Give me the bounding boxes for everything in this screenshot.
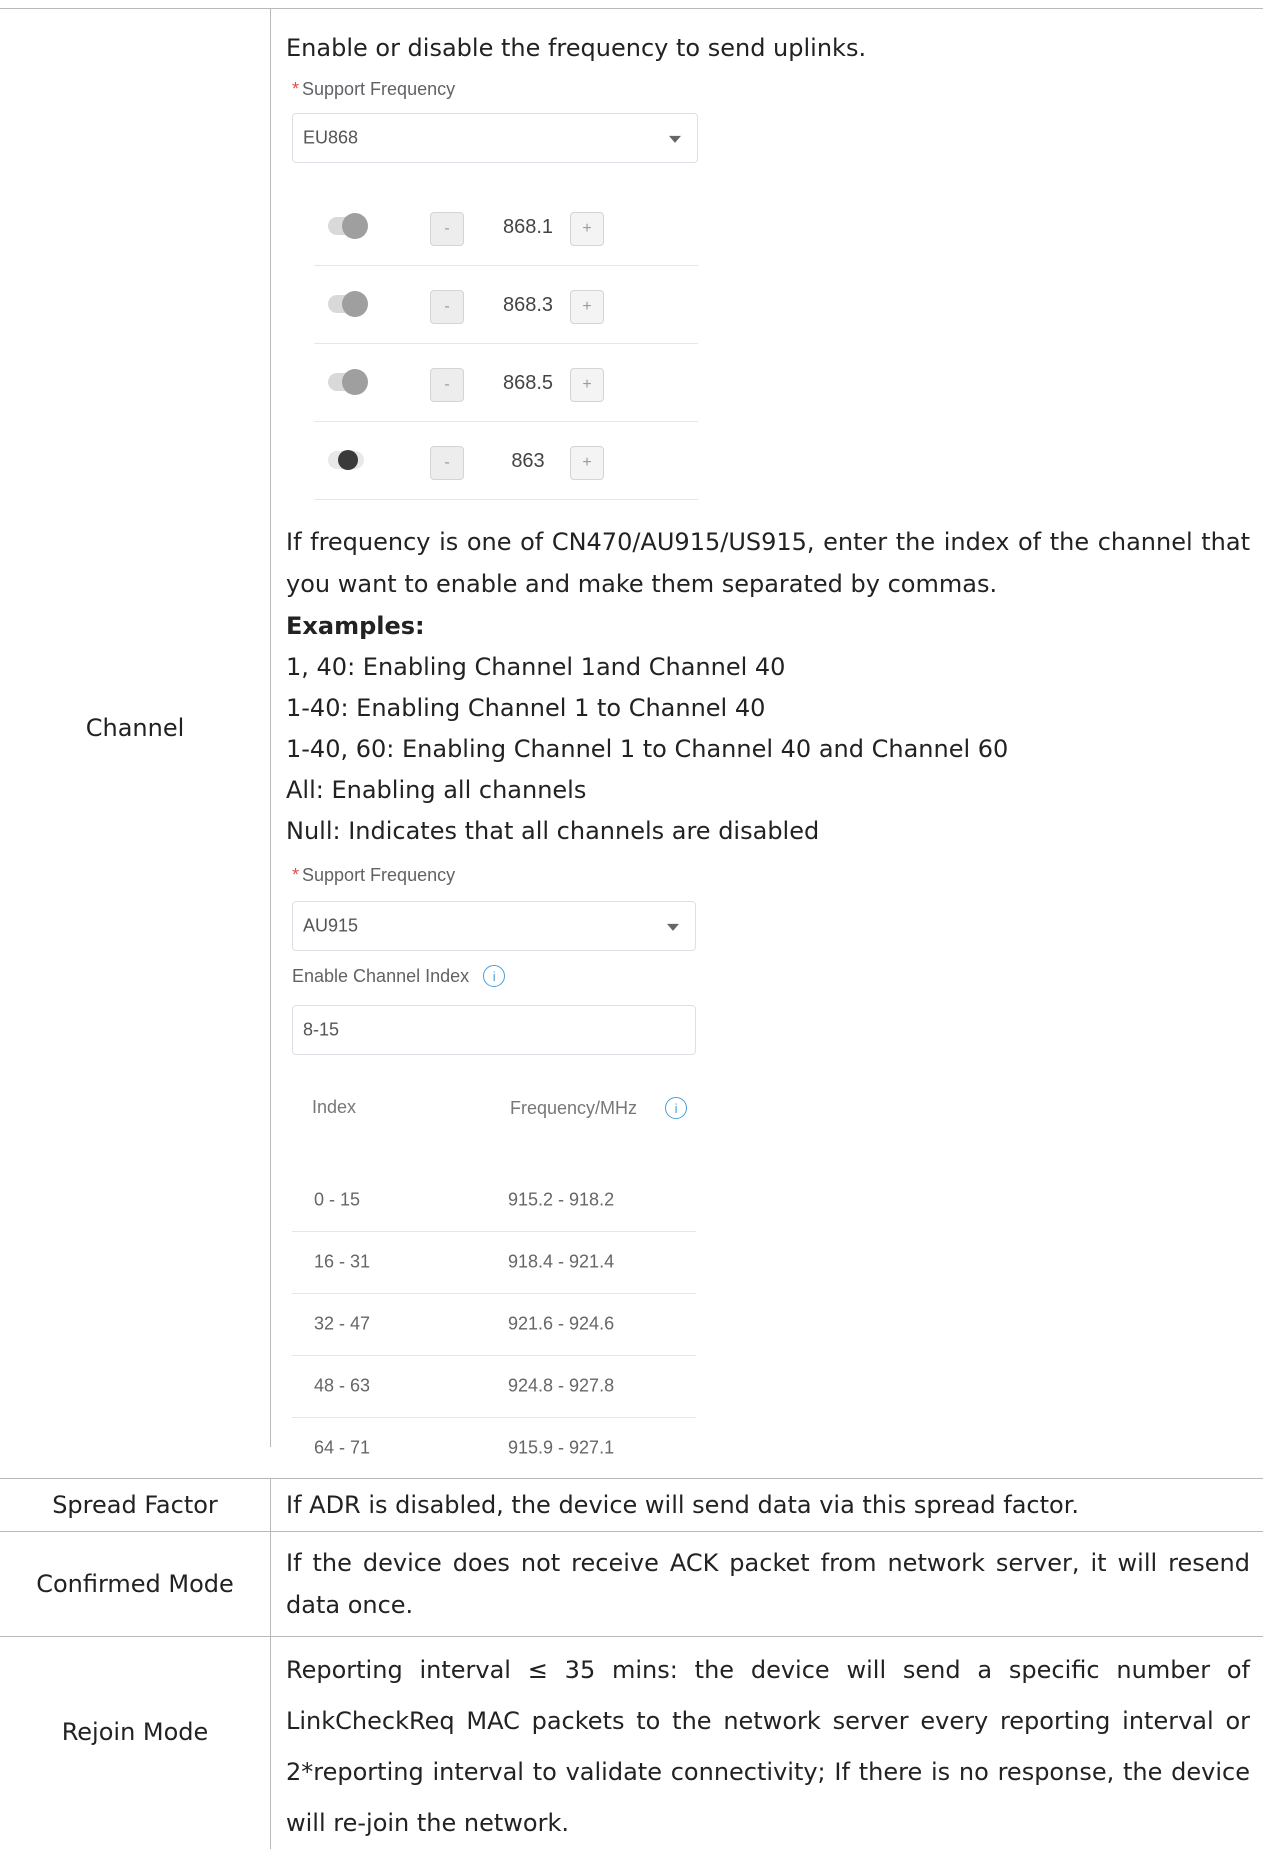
example-line: 1, 40: Enabling Channel 1and Channel 40 (286, 653, 786, 681)
frequency-value: 868.1 (502, 215, 554, 238)
required-marker: * (292, 79, 300, 99)
example-line: 1-40: Enabling Channel 1 to Channel 40 (286, 694, 766, 722)
param-name-spread-factor: Spread Factor (52, 1491, 218, 1519)
column-divider (270, 1532, 271, 1636)
param-name-confirmed-mode: Confirmed Mode (36, 1570, 234, 1598)
param-desc-rejoin-mode: Reporting interval ≤ 35 mins: the device… (286, 1656, 1250, 1837)
enable-channel-index-label: Enable Channel Index i (292, 965, 506, 987)
frequency-value: 868.3 (502, 293, 554, 316)
frequency-row: - 863 + (314, 423, 698, 500)
select-value: AU915 (303, 915, 359, 936)
channel-index-input[interactable]: 8-15 (292, 1005, 696, 1055)
support-frequency-label: * Support Frequency (292, 79, 456, 99)
table-row-rejoin-mode: Rejoin Mode Reporting interval ≤ 35 mins… (0, 1636, 1263, 1849)
decrement-button[interactable]: - (430, 368, 464, 402)
frequency-toggle[interactable] (328, 213, 368, 239)
info-icon[interactable]: i (483, 965, 506, 987)
table-row: 64 - 71 915.9 - 927.1 (314, 1437, 615, 1458)
chevron-down-icon (667, 923, 679, 931)
column-divider (270, 9, 271, 1447)
input-value: 8-15 (303, 1019, 340, 1040)
param-name-channel: Channel (85, 714, 185, 742)
example-line: 1-40, 60: Enabling Channel 1 to Channel … (286, 735, 1009, 763)
table-row: 16 - 31 918.4 - 921.4 (292, 1231, 696, 1294)
examples-heading: Examples: (286, 612, 425, 640)
decrement-button[interactable]: - (430, 446, 464, 480)
param-desc-spread-factor: If ADR is disabled, the device will send… (286, 1491, 1079, 1519)
support-frequency-label: * Support Frequency (292, 865, 456, 885)
select-value: EU868 (303, 127, 359, 148)
table-header-index: Index (312, 1097, 357, 1117)
increment-button[interactable]: + (570, 446, 604, 480)
table-row: 0 - 15 915.2 - 918.2 (292, 1169, 696, 1232)
chevron-down-icon (669, 135, 681, 143)
column-divider (270, 1479, 271, 1531)
cn-au-us-instructions: If frequency is one of CN470/AU915/US915… (286, 528, 1250, 598)
example-line: Null: Indicates that all channels are di… (286, 817, 820, 845)
param-desc-confirmed-mode: If the device does not receive ACK packe… (286, 1549, 1250, 1619)
decrement-button[interactable]: - (430, 290, 464, 324)
frequency-toggle[interactable] (328, 291, 368, 317)
channel-intro: Enable or disable the frequency to send … (286, 34, 867, 62)
frequency-row: - 868.5 + (314, 345, 698, 422)
increment-button[interactable]: + (570, 290, 604, 324)
increment-button[interactable]: + (570, 368, 604, 402)
table-row: 48 - 63 924.8 - 927.8 (292, 1355, 696, 1418)
table-row: 32 - 47 921.6 - 924.6 (292, 1293, 696, 1356)
required-marker: * (292, 865, 300, 885)
increment-button[interactable]: + (570, 212, 604, 246)
frequency-value: 868.5 (502, 371, 554, 394)
info-icon[interactable]: i (665, 1097, 688, 1119)
table-header-frequency: Frequency/MHz i (510, 1097, 688, 1119)
frequency-value: 863 (511, 449, 545, 472)
column-divider (270, 1637, 271, 1849)
frequency-row: - 868.1 + (314, 189, 698, 266)
param-name-rejoin-mode: Rejoin Mode (61, 1718, 209, 1746)
frequency-toggle[interactable] (328, 450, 364, 470)
example-line: All: Enabling all channels (286, 776, 587, 804)
table-row-confirmed-mode: Confirmed Mode If the device does not re… (0, 1531, 1263, 1636)
table-row-spread-factor: Spread Factor If ADR is disabled, the de… (0, 1478, 1263, 1531)
support-frequency-select[interactable]: EU868 (292, 113, 698, 163)
frequency-toggle[interactable] (328, 369, 368, 395)
table-row-channel: Channel Enable or disable the frequency … (0, 8, 1263, 1458)
frequency-row: - 868.3 + (314, 267, 698, 344)
decrement-button[interactable]: - (430, 212, 464, 246)
support-frequency-select[interactable]: AU915 (292, 901, 696, 951)
